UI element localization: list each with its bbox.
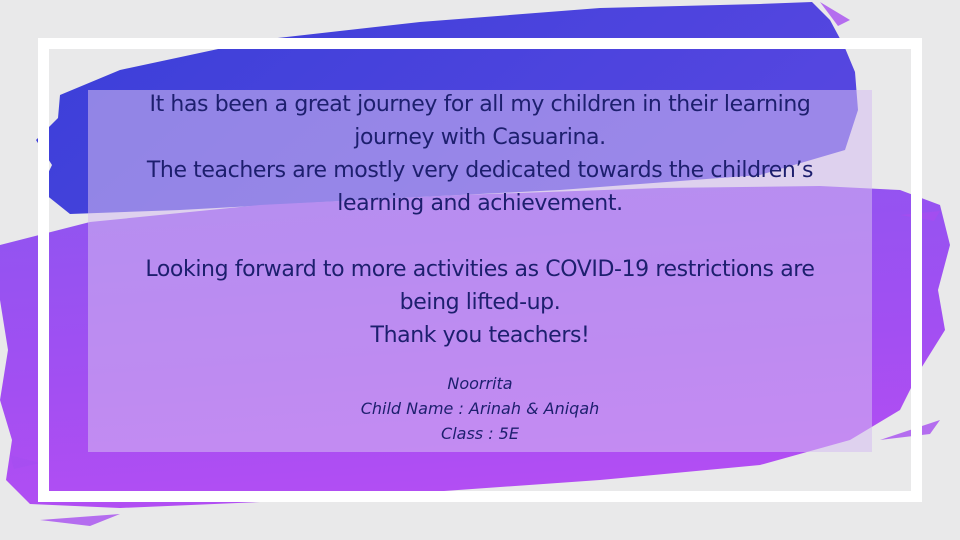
message-line: learning and achievement.: [337, 191, 623, 216]
message-line: It has been a great journey for all my c…: [149, 92, 811, 117]
message-line: journey with Casuarina.: [354, 125, 606, 150]
testimonial-message: It has been a great journey for all my c…: [88, 88, 872, 352]
parent-name: Noorrita: [447, 374, 513, 393]
message-line: being lifted-up.: [399, 290, 561, 315]
signature-block: Noorrita Child Name : Arinah & Aniqah Cl…: [88, 371, 872, 446]
class-label: Class : 5E: [441, 424, 519, 443]
message-line: The teachers are mostly very dedicated t…: [146, 158, 814, 183]
message-line: Looking forward to more activities as CO…: [145, 257, 815, 282]
child-name: Child Name : Arinah & Aniqah: [360, 399, 600, 418]
message-line: Thank you teachers!: [370, 323, 590, 348]
